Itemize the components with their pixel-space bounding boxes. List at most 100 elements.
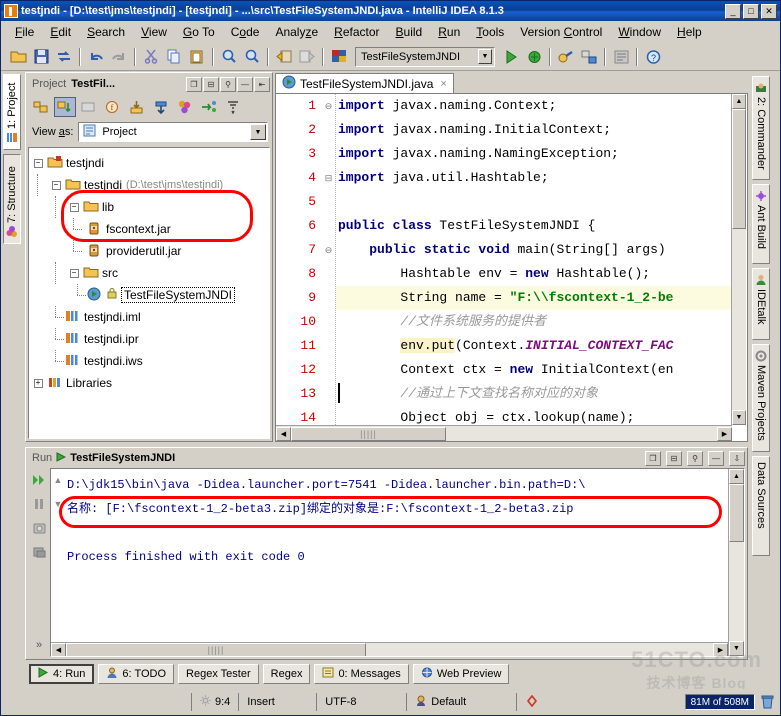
menu-edit[interactable]: Edit: [42, 23, 79, 41]
tree-item-src[interactable]: − src: [29, 262, 269, 284]
minimize-icon[interactable]: —: [237, 76, 253, 92]
status-caret-position[interactable]: 9:4: [191, 693, 238, 711]
console-horizontal-scrollbar[interactable]: ◀ ||||| ▶: [51, 642, 728, 656]
close-icon[interactable]: ×: [440, 78, 446, 90]
fold-collapse-icon[interactable]: ⊟: [325, 173, 333, 184]
close-button[interactable]: ✕: [761, 3, 777, 19]
minimize-icon[interactable]: —: [708, 450, 724, 466]
editor-pane[interactable]: 1 2 3 4 5 6 7 8 9 10 11 12 13 14 15 16 1: [275, 93, 748, 442]
view-as-select[interactable]: Project ▼: [78, 122, 268, 142]
sidebar-item-maven-projects[interactable]: Maven Projects: [752, 344, 770, 452]
editor-code[interactable]: import javax.naming.Context; import java…: [336, 94, 731, 425]
open-folder-icon[interactable]: [7, 46, 29, 68]
scrollbar-thumb[interactable]: |||||: [291, 426, 446, 441]
scroll-up-icon[interactable]: ▲: [732, 94, 746, 109]
find-replace-icon[interactable]: [241, 46, 263, 68]
tree-item-fscontext-jar[interactable]: fscontext.jar: [29, 218, 269, 240]
tree-item-module[interactable]: − testjndi (D:\test\jms\testjndi): [29, 174, 269, 196]
scroll-up-marker[interactable]: ▲: [51, 475, 65, 485]
status-encoding[interactable]: UTF-8: [316, 693, 406, 711]
project-structure-button[interactable]: [578, 46, 600, 68]
editor-horizontal-scrollbar[interactable]: ◀ ||||| ▶: [276, 425, 732, 441]
expand-all-icon[interactable]: [30, 97, 52, 117]
dump-threads-icon[interactable]: [31, 520, 47, 536]
console-vertical-scrollbar[interactable]: ▲ ▼: [728, 469, 744, 656]
tree-item-iws[interactable]: testjndi.iws: [29, 350, 269, 372]
documentation-button[interactable]: [610, 46, 632, 68]
paste-icon[interactable]: [186, 46, 208, 68]
menu-code[interactable]: Code: [223, 23, 268, 41]
cut-icon[interactable]: [140, 46, 162, 68]
menu-version-control[interactable]: Version Control: [512, 23, 610, 41]
forward-icon[interactable]: [296, 46, 318, 68]
scroll-down-icon[interactable]: ▼: [732, 410, 746, 425]
tree-item-libraries[interactable]: + Libraries: [29, 372, 269, 394]
fold-collapse-icon[interactable]: ⊖: [325, 101, 333, 112]
sidebar-item-commander[interactable]: 2: Commander: [752, 76, 770, 180]
tree-item-ipr[interactable]: testjndi.ipr: [29, 328, 269, 350]
show-members-icon[interactable]: f: [102, 97, 124, 117]
status-insert-mode[interactable]: Insert: [238, 693, 316, 711]
group-modules-icon[interactable]: [174, 97, 196, 117]
settings-button[interactable]: [555, 46, 577, 68]
hide-icon[interactable]: ⇤: [254, 76, 270, 92]
maximize-button[interactable]: □: [743, 3, 759, 19]
menu-build[interactable]: Build: [388, 23, 431, 41]
toggle-bookmark-icon[interactable]: [328, 46, 350, 68]
scrollbar-thumb[interactable]: [732, 109, 746, 229]
editor-fold-gutter[interactable]: ⊖ ⊟ ⊖ ⊟: [322, 94, 336, 425]
menu-help[interactable]: Help: [669, 23, 710, 41]
chevron-down-icon[interactable]: ▼: [250, 124, 266, 140]
sync-icon[interactable]: [53, 46, 75, 68]
debug-button[interactable]: [523, 46, 545, 68]
scroll-right-icon[interactable]: ▶: [717, 426, 732, 441]
scroll-up-icon[interactable]: ▲: [729, 469, 744, 484]
scroll-down-marker[interactable]: ▼: [51, 499, 65, 509]
menu-refactor[interactable]: Refactor: [326, 23, 387, 41]
run-button[interactable]: [500, 46, 522, 68]
tree-expander[interactable]: −: [29, 152, 47, 174]
sidebar-item-data-sources[interactable]: Data Sources: [752, 456, 770, 556]
help-button[interactable]: ?: [642, 46, 664, 68]
sidebar-item-structure[interactable]: 7: Structure: [3, 154, 21, 244]
restore-icon[interactable]: ❐: [645, 450, 661, 466]
tree-expander[interactable]: −: [65, 262, 83, 284]
expand-icon[interactable]: »: [31, 637, 47, 653]
sort-icon[interactable]: [222, 97, 244, 117]
tab-messages[interactable]: 0: Messages: [314, 664, 409, 684]
tree-item-project-root[interactable]: − testjndi: [29, 152, 269, 174]
scrollbar-thumb[interactable]: [729, 484, 744, 542]
fold-collapse-icon[interactable]: ⊖: [325, 245, 333, 256]
expand-tree-icon[interactable]: [150, 97, 172, 117]
tree-expander[interactable]: −: [47, 174, 65, 196]
undo-icon[interactable]: [85, 46, 107, 68]
trash-icon[interactable]: [755, 693, 780, 711]
run-console[interactable]: ▲ ▼ D:\jdk15\bin\java -Didea.launcher.po…: [50, 468, 745, 657]
pin-icon[interactable]: ⚲: [687, 450, 703, 466]
scrollbar-thumb[interactable]: |||||: [66, 642, 366, 656]
scroll-right-icon[interactable]: ▶: [713, 642, 728, 656]
scroll-down-icon[interactable]: ▼: [729, 641, 744, 656]
scroll-from-source-icon[interactable]: [198, 97, 220, 117]
scroll-left-icon[interactable]: ◀: [276, 426, 291, 441]
autoscroll-from-source-icon[interactable]: [78, 97, 100, 117]
tab-regex[interactable]: Regex: [262, 664, 311, 684]
menu-file[interactable]: File: [7, 23, 42, 41]
collapse-icon[interactable]: ⊟: [666, 450, 682, 466]
tree-expander[interactable]: −: [65, 196, 83, 218]
redo-icon[interactable]: [108, 46, 130, 68]
tree-item-lib[interactable]: − lib: [29, 196, 269, 218]
menu-run[interactable]: Run: [430, 23, 468, 41]
memory-indicator[interactable]: 81M of 508M: [684, 694, 755, 710]
menu-window[interactable]: Window: [610, 23, 669, 41]
save-all-icon[interactable]: [30, 46, 52, 68]
tree-expander[interactable]: +: [29, 372, 47, 394]
restore-icon[interactable]: ❐: [186, 76, 202, 92]
run-configuration-selector[interactable]: TestFileSystemJNDI ▼: [355, 46, 495, 67]
tab-web-preview[interactable]: Web Preview: [412, 664, 510, 684]
tree-item-providerutil-jar[interactable]: providerutil.jar: [29, 240, 269, 262]
sidebar-item-ant-build[interactable]: Ant Build: [752, 184, 770, 264]
autoscroll-to-source-icon[interactable]: [54, 97, 76, 117]
rerun-icon[interactable]: [31, 472, 47, 488]
status-scheme[interactable]: Default: [406, 693, 516, 711]
